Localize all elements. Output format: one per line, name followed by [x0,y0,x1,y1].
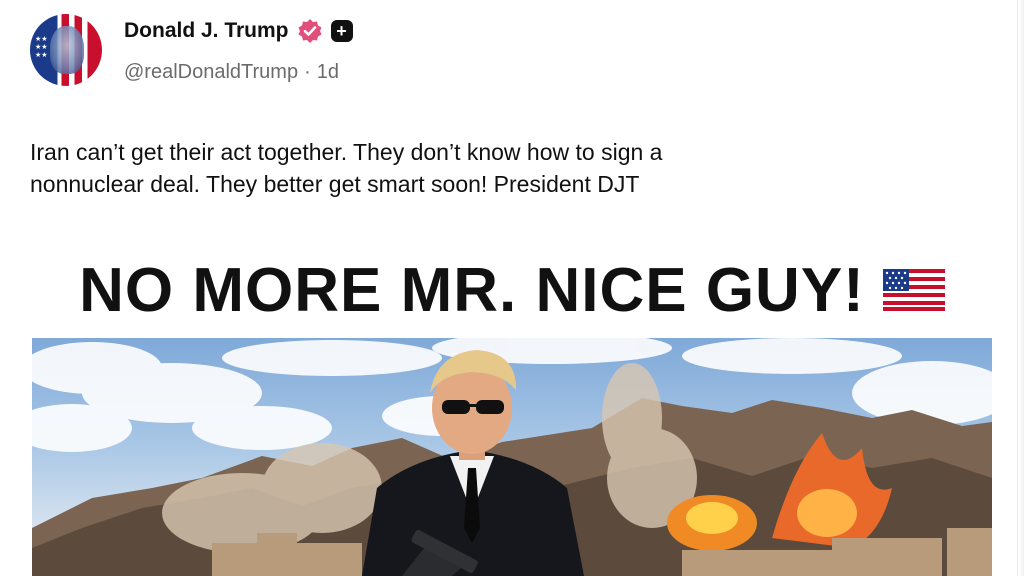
handle[interactable]: @realDonaldTrump [124,61,298,84]
image-headline-row: NO MORE MR. NICE GUY! [32,248,992,332]
post-text-line-1: Iran can’t get their act together. They … [30,139,663,165]
handle-row: @realDonaldTrump · 1d [124,61,339,84]
scene-illustration [32,338,992,576]
post-header: ★★ ★★ ★★ Donald J. Trump + @realDonaldTr… [30,14,930,88]
right-edge-divider [1017,0,1024,576]
us-flag-icon [882,269,945,311]
avatar-face [50,26,84,74]
post-text-line-2: nonnuclear deal. They better get smart s… [30,171,640,197]
separator-dot: · [304,61,311,83]
post-time[interactable]: 1d [317,61,339,84]
image-scene [32,338,992,576]
verified-badge-icon [298,19,322,43]
post-image[interactable]: NO MORE MR. NICE GUY! [32,240,992,576]
post-text: Iran can’t get their act together. They … [30,136,910,200]
avatar[interactable]: ★★ ★★ ★★ [30,14,102,86]
display-name[interactable]: Donald J. Trump [124,19,289,43]
name-row: Donald J. Trump + [124,18,353,44]
image-headline: NO MORE MR. NICE GUY! [79,255,865,325]
plus-badge-icon: + [330,20,353,42]
